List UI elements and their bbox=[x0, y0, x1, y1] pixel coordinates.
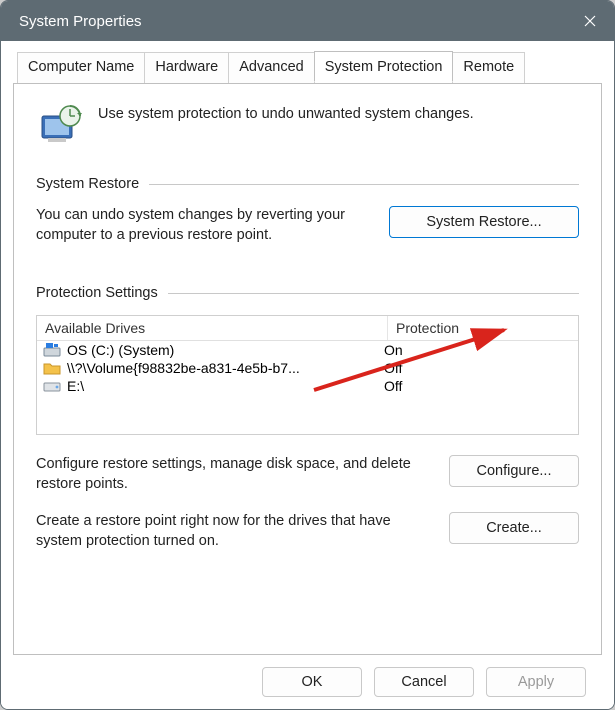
create-text: Create a restore point right now for the… bbox=[36, 512, 433, 551]
drive-row[interactable]: OS (C:) (System) On bbox=[37, 341, 578, 359]
system-restore-button[interactable]: System Restore... bbox=[389, 206, 579, 238]
apply-button[interactable]: Apply bbox=[486, 667, 586, 697]
window-title: System Properties bbox=[19, 13, 566, 30]
group-system-restore: System Restore You can undo system chang… bbox=[36, 176, 579, 245]
drives-list[interactable]: Available Drives Protection OS (C:) (Sys… bbox=[36, 315, 579, 435]
folder-icon bbox=[43, 360, 61, 376]
system-restore-text: You can undo system changes by reverting… bbox=[36, 206, 373, 245]
column-protection[interactable]: Protection bbox=[388, 316, 578, 340]
divider bbox=[168, 293, 579, 294]
intro-text: Use system protection to undo unwanted s… bbox=[98, 102, 474, 122]
window-close-button[interactable] bbox=[566, 1, 614, 41]
drive-name: OS (C:) (System) bbox=[67, 342, 174, 358]
system-protection-icon bbox=[36, 102, 84, 150]
title-bar: System Properties bbox=[1, 1, 614, 41]
tab-strip: Computer Name Hardware Advanced System P… bbox=[13, 51, 602, 83]
configure-button[interactable]: Configure... bbox=[449, 455, 579, 487]
group-system-restore-title: System Restore bbox=[36, 176, 139, 192]
dialog-footer: OK Cancel Apply bbox=[13, 655, 602, 709]
tab-hardware[interactable]: Hardware bbox=[144, 52, 229, 83]
tab-panel-system-protection: Use system protection to undo unwanted s… bbox=[13, 83, 602, 655]
tab-system-protection[interactable]: System Protection bbox=[314, 51, 454, 82]
tab-advanced[interactable]: Advanced bbox=[228, 52, 315, 83]
os-drive-icon bbox=[43, 342, 61, 358]
configure-text: Configure restore settings, manage disk … bbox=[36, 455, 433, 494]
cancel-button[interactable]: Cancel bbox=[374, 667, 474, 697]
divider bbox=[149, 184, 579, 185]
drive-status: Off bbox=[382, 378, 572, 394]
drive-row[interactable]: \\?\Volume{f98832be-a831-4e5b-b7... Off bbox=[37, 359, 578, 377]
column-available-drives[interactable]: Available Drives bbox=[37, 316, 388, 340]
system-properties-window: System Properties Computer Name Hardware… bbox=[0, 0, 615, 710]
drive-name: E:\ bbox=[67, 378, 84, 394]
drive-name: \\?\Volume{f98832be-a831-4e5b-b7... bbox=[67, 360, 300, 376]
drive-row[interactable]: E:\ Off bbox=[37, 377, 578, 395]
drive-status: On bbox=[382, 342, 572, 358]
tab-remote[interactable]: Remote bbox=[452, 52, 525, 83]
create-button[interactable]: Create... bbox=[449, 512, 579, 544]
group-protection-settings-title: Protection Settings bbox=[36, 285, 158, 301]
tab-computer-name[interactable]: Computer Name bbox=[17, 52, 145, 83]
client-area: Computer Name Hardware Advanced System P… bbox=[1, 41, 614, 709]
close-icon bbox=[584, 15, 596, 27]
group-protection-settings: Protection Settings Available Drives Pro… bbox=[36, 285, 579, 551]
ok-button[interactable]: OK bbox=[262, 667, 362, 697]
drive-icon bbox=[43, 378, 61, 394]
intro-row: Use system protection to undo unwanted s… bbox=[36, 102, 579, 150]
drives-header: Available Drives Protection bbox=[37, 316, 578, 341]
drive-status: Off bbox=[382, 360, 572, 376]
